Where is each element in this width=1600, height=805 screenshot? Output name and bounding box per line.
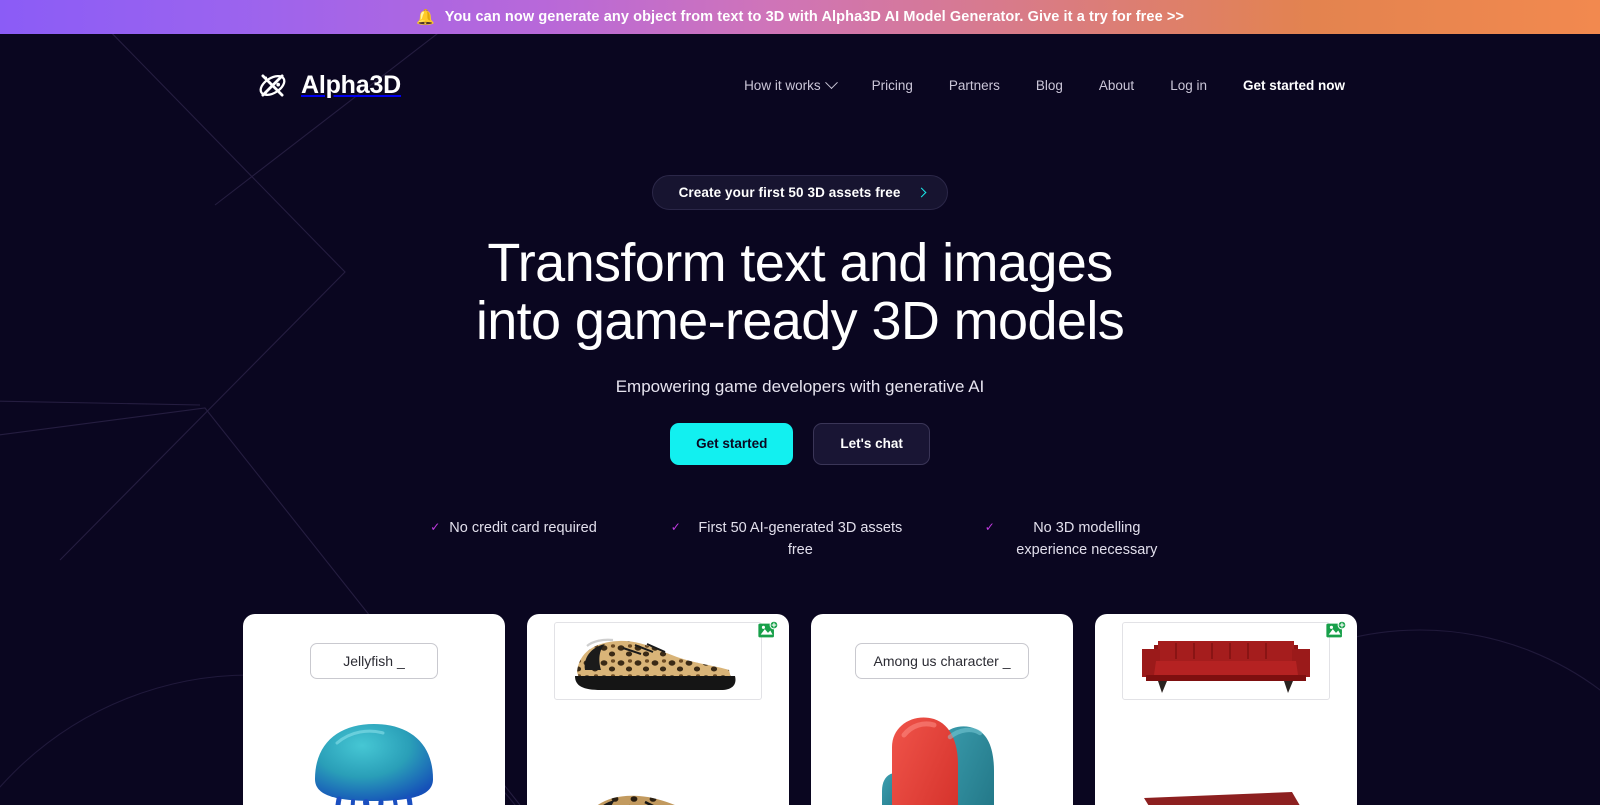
showcase-card-jellyfish[interactable]: Jellyfish _ — [243, 613, 505, 805]
brand-name: Alpha3D — [301, 70, 402, 99]
hero-title-line-2: into game-ready 3D models — [475, 291, 1125, 352]
card-input-area: Jellyfish _ — [243, 614, 505, 709]
hero-subtitle: Empowering game developers with generati… — [615, 376, 985, 396]
feature-item-no-experience: ✓ No 3D modelling experience necessary — [985, 517, 1170, 562]
page-title: Transform text and images into game-read… — [0, 234, 1600, 351]
add-image-icon[interactable] — [1325, 620, 1347, 642]
hero-section: Create your first 50 3D assets free Tran… — [0, 112, 1600, 562]
check-icon: ✓ — [670, 519, 681, 534]
card-render-area — [243, 709, 505, 805]
sofa-reference-graphic — [1142, 641, 1310, 694]
hero-button-group: Get started Let's chat — [0, 422, 1600, 465]
leopard-sneaker-reference-image[interactable] — [554, 622, 762, 701]
showcase-card-sneaker[interactable] — [527, 613, 789, 805]
nav-item-how-it-works[interactable]: How it works — [726, 72, 854, 99]
nav-item-log-in[interactable]: Log in — [1152, 72, 1225, 99]
prompt-input[interactable]: Jellyfish _ — [310, 643, 438, 680]
free-assets-pill-button[interactable]: Create your first 50 3D assets free — [651, 175, 949, 210]
bell-icon: 🔔 — [415, 8, 435, 26]
feature-label: First 50 AI-generated 3D assets free — [698, 519, 903, 559]
feature-label: No 3D modelling experience necessary — [1016, 519, 1158, 559]
check-icon: ✓ — [430, 519, 441, 534]
feature-list: ✓ No credit card required ✓ First 50 AI-… — [0, 517, 1600, 562]
jellyfish-3d-render — [315, 723, 433, 805]
nav-item-pricing[interactable]: Pricing — [854, 72, 931, 99]
card-render-area — [811, 709, 1073, 805]
hero-title-line-1: Transform text and images — [487, 233, 1113, 293]
among-us-character-3d-render — [882, 717, 994, 805]
prompt-input[interactable]: Among us character _ — [854, 643, 1030, 680]
nav-item-blog[interactable]: Blog — [1018, 72, 1081, 99]
free-assets-pill-label: Create your first 50 3D assets free — [678, 185, 901, 200]
nav-item-how-it-works-label: How it works — [744, 77, 821, 93]
card-input-area: Among us character _ — [811, 614, 1073, 709]
red-sofa-reference-image[interactable] — [1122, 622, 1330, 701]
announcement-banner[interactable]: 🔔 You can now generate any object from t… — [0, 0, 1600, 34]
chevron-down-icon — [824, 75, 838, 89]
sneaker-3d-render — [597, 795, 676, 805]
feature-label: No credit card required — [449, 519, 597, 536]
showcase-card-strip: Jellyfish _ Among us character _ — [0, 613, 1600, 805]
nav-item-about[interactable]: About — [1081, 72, 1152, 99]
showcase-card-sofa[interactable] — [1095, 613, 1357, 805]
chevron-right-icon — [916, 187, 927, 198]
nav-item-get-started-now[interactable]: Get started now — [1225, 72, 1345, 99]
feature-item-free-assets: ✓ First 50 AI-generated 3D assets free — [671, 517, 911, 562]
lets-chat-button[interactable]: Let's chat — [813, 422, 930, 465]
page-root: 🔔 You can now generate any object from t… — [0, 0, 1600, 805]
atom-orbit-icon — [259, 73, 286, 97]
check-icon: ✓ — [984, 519, 995, 534]
sofa-3d-render — [1144, 791, 1300, 805]
brand-logo[interactable]: Alpha3D — [255, 68, 401, 103]
site-header: Alpha3D How it works Pricing Partners Bl… — [0, 34, 1600, 112]
card-render-area — [1095, 709, 1357, 805]
sneaker-reference-graphic — [575, 638, 736, 691]
nav-item-partners[interactable]: Partners — [931, 72, 1018, 99]
card-input-area — [1095, 614, 1357, 709]
main-navigation: How it works Pricing Partners Blog About… — [726, 72, 1345, 99]
feature-item-no-credit-card: ✓ No credit card required — [430, 517, 597, 562]
add-image-icon[interactable] — [757, 620, 779, 642]
card-render-area — [527, 709, 789, 805]
card-input-area — [527, 614, 789, 709]
announcement-banner-link[interactable]: You can now generate any object from tex… — [445, 9, 1184, 25]
get-started-button[interactable]: Get started — [670, 422, 794, 465]
showcase-card-among-us[interactable]: Among us character _ — [811, 613, 1073, 805]
